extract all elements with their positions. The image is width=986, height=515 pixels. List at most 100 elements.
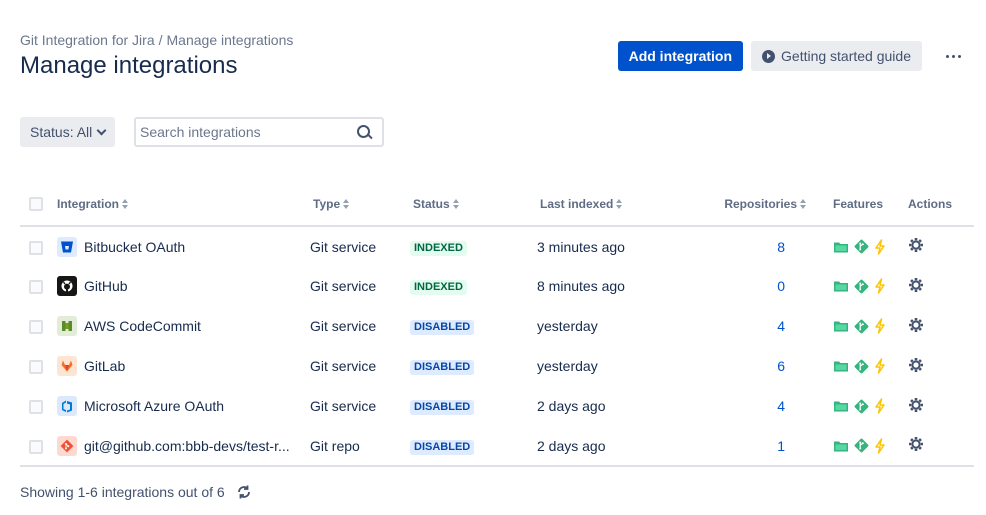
- refresh-icon[interactable]: [235, 483, 253, 501]
- integrations-table: Integration Type Status Last indexed Rep…: [20, 183, 974, 467]
- gear-icon[interactable]: [908, 277, 924, 296]
- sort-icon: [616, 199, 623, 209]
- repositories-count-link[interactable]: 0: [777, 278, 785, 294]
- branch-icon[interactable]: [854, 239, 869, 254]
- column-last-indexed[interactable]: Last indexed: [537, 183, 702, 227]
- last-indexed-value: yesterday: [537, 318, 598, 334]
- status-badge: INDEXED: [410, 280, 467, 295]
- gitlab-icon: [57, 356, 77, 376]
- integration-name[interactable]: GitHub: [84, 278, 128, 294]
- column-type[interactable]: Type: [310, 183, 410, 227]
- table-row[interactable]: AWS CodeCommit Git service DISABLED yest…: [20, 306, 974, 346]
- table-row[interactable]: Bitbucket OAuth Git service INDEXED 3 mi…: [20, 226, 974, 266]
- integration-name-cell[interactable]: GitLab: [57, 356, 310, 376]
- integration-name-cell[interactable]: GitHub: [57, 276, 310, 296]
- breadcrumb: Git Integration for Jira / Manage integr…: [20, 32, 293, 48]
- folder-icon[interactable]: [833, 399, 849, 413]
- repositories-count-link[interactable]: 4: [777, 398, 785, 414]
- branch-icon[interactable]: [854, 319, 869, 334]
- breadcrumb-current-link[interactable]: Manage integrations: [167, 32, 294, 48]
- select-all-checkbox[interactable]: [29, 197, 43, 212]
- breadcrumb-separator: /: [158, 32, 163, 48]
- table-row[interactable]: Microsoft Azure OAuth Git service DISABL…: [20, 386, 974, 426]
- getting-started-guide-button[interactable]: Getting started guide: [751, 41, 922, 71]
- row-checkbox[interactable]: [29, 360, 43, 375]
- folder-icon[interactable]: [833, 319, 849, 333]
- getting-started-guide-label: Getting started guide: [781, 48, 911, 64]
- integration-name[interactable]: AWS CodeCommit: [84, 318, 201, 334]
- column-type-label: Type: [313, 197, 341, 211]
- webhook-icon[interactable]: [874, 318, 886, 334]
- branch-icon[interactable]: [854, 359, 869, 374]
- column-status[interactable]: Status: [410, 183, 537, 227]
- branch-icon[interactable]: [854, 399, 869, 414]
- column-features: Features: [807, 183, 898, 227]
- folder-icon[interactable]: [833, 279, 849, 293]
- column-repositories[interactable]: Repositories: [702, 183, 807, 227]
- azure-icon: [57, 396, 77, 416]
- repositories-count-link[interactable]: 4: [777, 318, 785, 334]
- webhook-icon[interactable]: [874, 398, 886, 414]
- last-indexed-value: 2 days ago: [537, 398, 606, 414]
- branch-icon[interactable]: [854, 279, 869, 294]
- gear-icon[interactable]: [908, 397, 924, 416]
- row-checkbox[interactable]: [29, 320, 43, 335]
- repositories-count-link[interactable]: 6: [777, 358, 785, 374]
- last-indexed-value: 8 minutes ago: [537, 278, 625, 294]
- folder-icon[interactable]: [833, 240, 849, 254]
- repositories-count-link[interactable]: 8: [777, 239, 785, 255]
- folder-icon[interactable]: [833, 439, 849, 453]
- column-status-label: Status: [413, 197, 450, 211]
- features-icons: [833, 398, 898, 414]
- column-repositories-label: Repositories: [724, 197, 797, 211]
- webhook-icon[interactable]: [874, 437, 886, 454]
- branch-icon[interactable]: [854, 438, 869, 453]
- table-row[interactable]: git@github.com:bbb-devs/test-r... Git re…: [20, 426, 974, 466]
- search-input[interactable]: [136, 119, 352, 145]
- add-integration-button[interactable]: Add integration: [617, 41, 744, 71]
- git-repo-icon: [57, 435, 77, 456]
- gear-icon[interactable]: [908, 436, 924, 455]
- table-row[interactable]: GitHub Git service INDEXED 8 minutes ago…: [20, 266, 974, 306]
- webhook-icon[interactable]: [874, 358, 886, 374]
- row-checkbox[interactable]: [29, 280, 43, 295]
- gear-icon[interactable]: [908, 357, 924, 376]
- integration-name[interactable]: GitLab: [84, 358, 125, 374]
- webhook-icon[interactable]: [874, 278, 886, 294]
- integration-name[interactable]: Bitbucket OAuth: [84, 239, 185, 255]
- gear-icon[interactable]: [908, 237, 924, 256]
- more-actions-button[interactable]: [938, 41, 968, 71]
- webhook-icon[interactable]: [874, 238, 886, 255]
- sort-icon: [452, 199, 460, 209]
- row-checkbox[interactable]: [29, 439, 43, 454]
- integration-name-cell[interactable]: git@github.com:bbb-devs/test-r...: [57, 435, 310, 456]
- column-integration[interactable]: Integration: [57, 183, 310, 227]
- status-badge: DISABLED: [410, 360, 475, 375]
- repositories-count-link[interactable]: 1: [777, 438, 785, 454]
- row-checkbox[interactable]: [29, 240, 43, 255]
- integration-type: Git repo: [310, 437, 360, 454]
- status-badge: INDEXED: [410, 240, 467, 256]
- sort-icon: [343, 199, 350, 209]
- table-row[interactable]: GitLab Git service DISABLED yesterday 6: [20, 346, 974, 386]
- search-icon[interactable]: [352, 120, 376, 144]
- breadcrumb-root-link[interactable]: Git Integration for Jira: [20, 32, 155, 48]
- status-filter-dropdown[interactable]: Status: All: [20, 117, 116, 147]
- integration-name-cell[interactable]: AWS CodeCommit: [57, 316, 310, 336]
- folder-icon[interactable]: [833, 359, 849, 373]
- row-checkbox[interactable]: [29, 400, 43, 415]
- bitbucket-icon: [57, 236, 77, 257]
- aws-codecommit-icon: [57, 316, 77, 336]
- integration-name[interactable]: git@github.com:bbb-devs/test-r...: [84, 438, 290, 454]
- gear-icon[interactable]: [908, 317, 924, 336]
- column-features-label: Features: [833, 197, 884, 211]
- integration-type: Git service: [310, 358, 377, 374]
- integration-name-cell[interactable]: Bitbucket OAuth: [57, 236, 310, 257]
- integration-name[interactable]: Microsoft Azure OAuth: [84, 398, 224, 414]
- page-title: Manage integrations: [20, 52, 238, 79]
- last-indexed-value: 3 minutes ago: [537, 238, 625, 255]
- status-filter-label: Status: All: [30, 124, 93, 140]
- integration-name-cell[interactable]: Microsoft Azure OAuth: [57, 396, 310, 416]
- integration-type: Git service: [310, 398, 377, 414]
- column-actions-label: Actions: [908, 197, 953, 211]
